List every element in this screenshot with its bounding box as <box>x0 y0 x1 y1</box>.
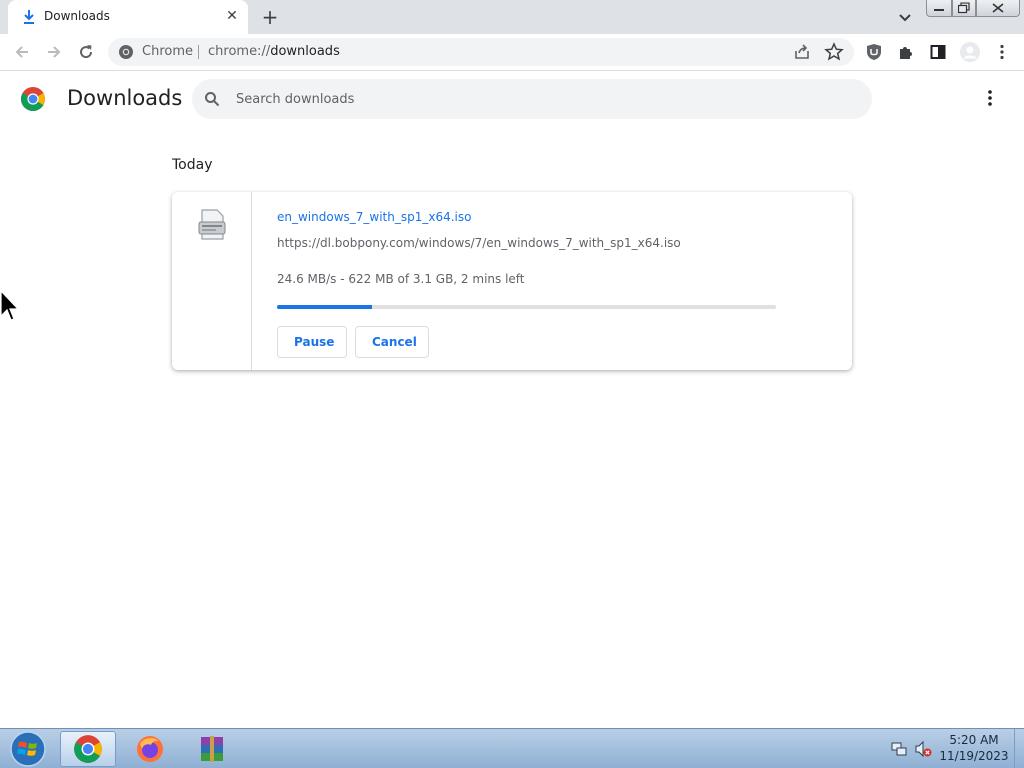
back-arrow-icon <box>15 46 28 58</box>
kebab-menu-icon <box>1000 44 1004 60</box>
taskbar-firefox-button[interactable] <box>122 731 178 767</box>
file-name-link[interactable]: en_windows_7_with_sp1_x64.iso <box>277 210 471 224</box>
download-status-text: 24.6 MB/s - 622 MB of 3.1 GB, 2 mins lef… <box>277 272 525 286</box>
reload-icon <box>80 45 93 59</box>
source-url: https://dl.bobpony.com/windows/7/en_wind… <box>277 236 681 250</box>
browser-menu-button[interactable] <box>990 40 1014 64</box>
more-vert-icon <box>988 90 992 106</box>
omnibox-chip-label: Chrome <box>142 44 193 59</box>
restore-icon <box>958 2 970 14</box>
disc-image-file-icon <box>198 209 226 240</box>
search-downloads-box[interactable] <box>192 79 872 119</box>
download-icon-column <box>172 192 252 370</box>
volume-muted-icon[interactable] <box>914 740 932 758</box>
reload-button[interactable] <box>74 40 98 64</box>
chrome-icon <box>74 735 102 763</box>
url-scheme: chrome:// <box>208 44 271 59</box>
browser-toolbar: Chrome chrome://downloads <box>0 34 1024 71</box>
forward-button[interactable] <box>42 40 66 64</box>
download-progress-bar <box>277 305 776 309</box>
omnibox-divider <box>198 45 199 59</box>
side-panel-button[interactable] <box>926 40 950 64</box>
date-section-title: Today <box>172 157 213 173</box>
search-input[interactable] <box>236 79 856 119</box>
tab-search-chevron-icon[interactable] <box>894 6 916 28</box>
extensions-button[interactable] <box>894 40 918 64</box>
winrar-icon <box>201 736 223 762</box>
bookmark-star-icon[interactable] <box>824 42 844 62</box>
minimize-button[interactable] <box>926 0 952 17</box>
tab-close-icon[interactable]: ✕ <box>222 6 242 26</box>
window-controls <box>926 0 1020 18</box>
forward-arrow-icon <box>48 46 61 58</box>
clock-date: 11/19/2023 <box>939 749 1009 763</box>
page-title: Downloads <box>67 86 183 110</box>
tab-strip: Downloads ✕ + <box>0 0 1024 34</box>
share-icon[interactable] <box>792 42 812 62</box>
clock-time: 5:20 AM <box>949 733 999 747</box>
ublock-shield-icon <box>867 44 881 60</box>
address-bar[interactable]: Chrome chrome://downloads <box>108 38 854 66</box>
close-icon <box>992 3 1004 13</box>
search-icon <box>205 92 220 107</box>
network-icon[interactable] <box>890 740 908 758</box>
windows-taskbar: 5:20 AM 11/19/2023 <box>0 728 1024 768</box>
taskbar-chrome-button[interactable] <box>60 731 116 767</box>
profile-button[interactable] <box>958 40 982 64</box>
system-clock[interactable]: 5:20 AM 11/19/2023 <box>936 732 1012 764</box>
new-tab-button[interactable]: + <box>258 5 282 29</box>
back-button[interactable] <box>10 40 34 64</box>
download-progress-fill <box>277 305 372 309</box>
minimize-icon <box>934 9 944 11</box>
show-desktop-button[interactable] <box>1014 729 1024 768</box>
downloads-header: Downloads <box>0 72 1024 128</box>
downloads-menu-button[interactable] <box>978 86 1002 110</box>
chrome-logo-icon <box>20 87 46 112</box>
download-item-card: en_windows_7_with_sp1_x64.iso https://dl… <box>172 192 852 370</box>
chrome-site-icon <box>119 45 133 59</box>
omnibox-url[interactable]: chrome://downloads <box>208 44 340 59</box>
side-panel-icon <box>930 45 946 59</box>
pause-button[interactable]: Pause <box>277 326 347 358</box>
windows-orb-icon <box>10 731 46 767</box>
url-path: downloads <box>270 44 340 59</box>
ublock-extension-button[interactable] <box>862 40 886 64</box>
puzzle-icon <box>900 47 912 59</box>
taskbar-winrar-button[interactable] <box>184 731 240 767</box>
tab-title: Downloads <box>44 9 110 23</box>
avatar-icon <box>960 42 980 62</box>
cancel-button[interactable]: Cancel <box>355 326 429 358</box>
mouse-cursor-icon <box>0 290 20 321</box>
tab-downloads[interactable]: Downloads ✕ <box>8 0 248 34</box>
start-button[interactable] <box>4 729 52 768</box>
download-icon <box>24 10 34 24</box>
window-close-button[interactable] <box>976 0 1020 17</box>
firefox-icon <box>137 736 163 762</box>
restore-button[interactable] <box>952 0 976 17</box>
